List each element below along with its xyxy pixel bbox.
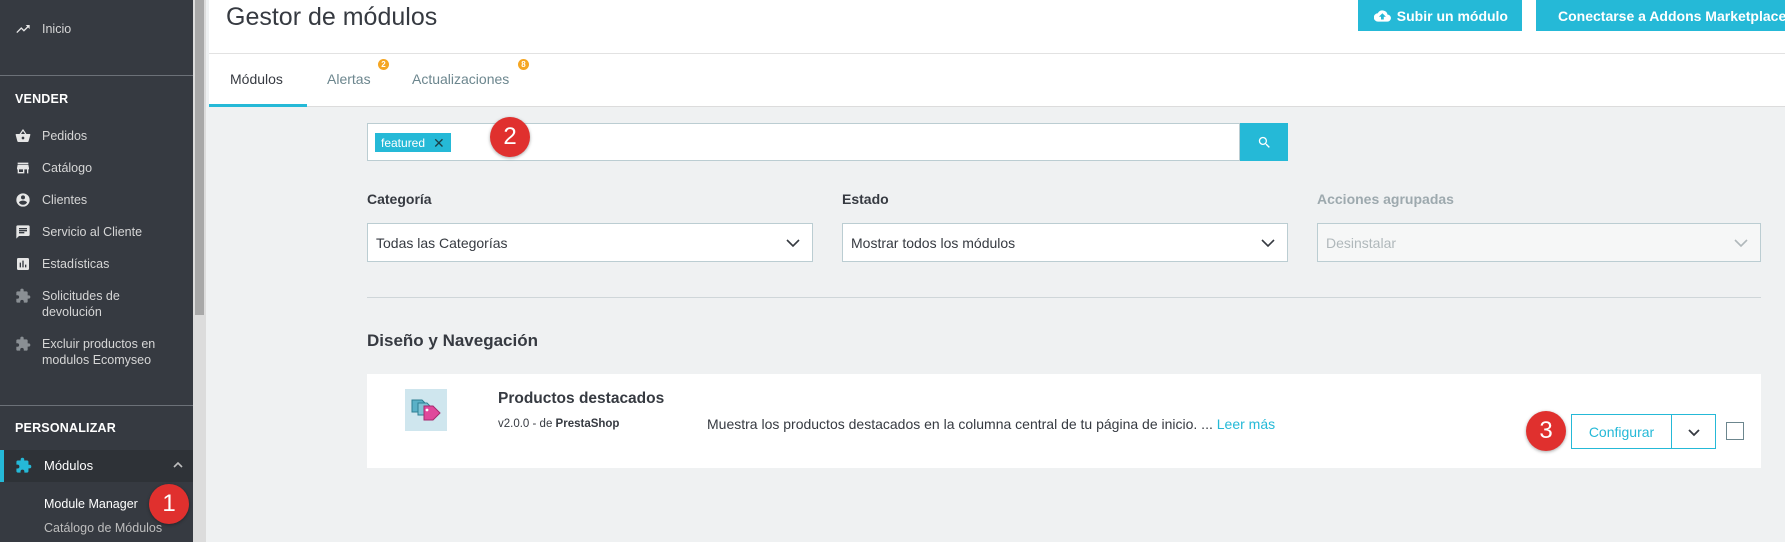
sidebar-item-label: Catálogo — [42, 161, 93, 175]
sidebar-subitem-module-manager[interactable]: Module Manager — [44, 497, 138, 511]
module-version: v2.0.0 - de PrestaShop — [498, 418, 619, 430]
chevron-up-icon[interactable] — [172, 459, 184, 471]
bulk-actions-value: Desinstalar — [1326, 234, 1397, 251]
annotation-marker: 3 — [1526, 411, 1566, 451]
sidebar-item-label: Excluir productos en — [42, 337, 156, 351]
update-count-badge: 8 — [518, 59, 529, 70]
puzzle-icon — [14, 336, 32, 352]
tab-modulos[interactable]: Módulos — [230, 71, 283, 87]
annotation-marker: 1 — [149, 484, 189, 524]
bulk-actions-select: Desinstalar — [1317, 223, 1761, 262]
tab-alertas[interactable]: Alertas — [327, 71, 371, 87]
basket-icon — [14, 128, 32, 144]
search-tag-chip[interactable]: featured ✕ — [375, 133, 451, 152]
category-select-value: Todas las Categorías — [376, 234, 508, 251]
upload-module-button[interactable]: Subir un módulo — [1358, 0, 1522, 31]
upload-module-label: Subir un módulo — [1396, 7, 1508, 24]
sidebar-divider — [0, 405, 193, 406]
chevron-down-icon — [1261, 239, 1275, 248]
sidebar-item-label-line2: modulos Ecomyseo — [42, 353, 152, 367]
status-select[interactable]: Mostrar todos los módulos — [842, 223, 1288, 262]
alert-count-badge: 2 — [378, 59, 389, 70]
category-heading: Diseño y Navegación — [367, 331, 539, 350]
sidebar-item-label: Pedidos — [42, 129, 88, 143]
sidebar-item-inicio[interactable]: Inicio — [14, 21, 71, 37]
page-title: Gestor de módulos — [226, 3, 438, 31]
active-indicator — [0, 450, 4, 482]
sidebar-item-servicio-cliente[interactable]: Servicio al Cliente — [14, 224, 142, 240]
scrollbar-thumb[interactable] — [195, 0, 204, 315]
sidebar-scrollbar[interactable] — [193, 0, 206, 542]
bulk-actions-label: Acciones agrupadas — [1317, 191, 1454, 207]
chat-icon — [14, 224, 32, 240]
active-tab-indicator — [209, 104, 307, 107]
sidebar-item-label-line2: devolución — [42, 305, 102, 319]
connect-addons-label: Conectarse a Addons Marketplace — [1558, 7, 1785, 24]
configure-button[interactable]: Configurar — [1571, 414, 1672, 449]
module-logo — [405, 389, 447, 431]
connect-addons-button[interactable]: Conectarse a Addons Marketplace — [1536, 0, 1785, 31]
chevron-down-icon — [786, 239, 800, 248]
module-name: Productos destacados — [498, 390, 665, 407]
tags-icon — [405, 389, 447, 431]
sidebar-section-vender: VENDER — [15, 92, 69, 106]
category-select[interactable]: Todas las Categorías — [367, 223, 813, 262]
puzzle-icon — [14, 288, 32, 304]
module-version-text: v2.0.0 - de — [498, 418, 553, 430]
chevron-down-icon — [1734, 239, 1748, 248]
category-filter-label: Categoría — [367, 191, 432, 207]
sidebar-item-label: Servicio al Cliente — [42, 225, 143, 239]
puzzle-icon — [15, 457, 32, 477]
close-icon[interactable]: ✕ — [433, 136, 445, 150]
sidebar-divider — [0, 75, 193, 76]
module-author: PrestaShop — [555, 418, 620, 430]
sidebar-item-catalogo[interactable]: Catálogo — [14, 160, 92, 176]
search-tag-label: featured — [381, 135, 426, 150]
module-select-checkbox[interactable] — [1726, 422, 1744, 440]
annotation-marker: 2 — [490, 117, 530, 157]
sidebar-item-label: Solicitudes de — [42, 289, 120, 303]
status-select-value: Mostrar todos los módulos — [851, 234, 1016, 251]
read-more-link[interactable]: Leer más — [1217, 416, 1275, 432]
sidebar-item-label: Clientes — [42, 193, 88, 207]
sidebar-item-label: Módulos — [44, 458, 94, 473]
section-divider — [367, 297, 1761, 298]
sidebar-section-personalizar: PERSONALIZAR — [15, 421, 117, 435]
tab-actualizaciones[interactable]: Actualizaciones — [412, 71, 509, 87]
sidebar-item-pedidos[interactable]: Pedidos — [14, 128, 87, 144]
module-actions-dropdown[interactable] — [1671, 414, 1716, 449]
sidebar-item-solicitudes-devolucion[interactable]: Solicitudes de devolución — [14, 288, 120, 320]
status-filter-label: Estado — [842, 191, 889, 207]
trending-up-icon — [14, 21, 32, 37]
chevron-down-icon — [1687, 428, 1700, 436]
sidebar-item-excluir-productos[interactable]: Excluir productos en modulos Ecomyseo — [14, 336, 155, 368]
sidebar-item-estadisticas[interactable]: Estadísticas — [14, 256, 109, 272]
account-circle-icon — [14, 192, 32, 208]
module-description-text: Muestra los productos destacados en la c… — [707, 416, 1213, 432]
sidebar-subitem-catalogo-modulos[interactable]: Catálogo de Módulos — [44, 521, 162, 535]
sidebar-item-label: Estadísticas — [42, 257, 110, 271]
search-button[interactable] — [1240, 123, 1288, 161]
store-icon — [14, 160, 32, 176]
search-icon — [1258, 136, 1270, 148]
sidebar-item-label: Inicio — [42, 22, 72, 36]
sidebar-item-clientes[interactable]: Clientes — [14, 192, 87, 208]
module-description: Muestra los productos destacados en la c… — [707, 416, 1275, 432]
cloud-upload-icon — [1374, 9, 1391, 22]
bar-chart-icon — [14, 256, 32, 272]
